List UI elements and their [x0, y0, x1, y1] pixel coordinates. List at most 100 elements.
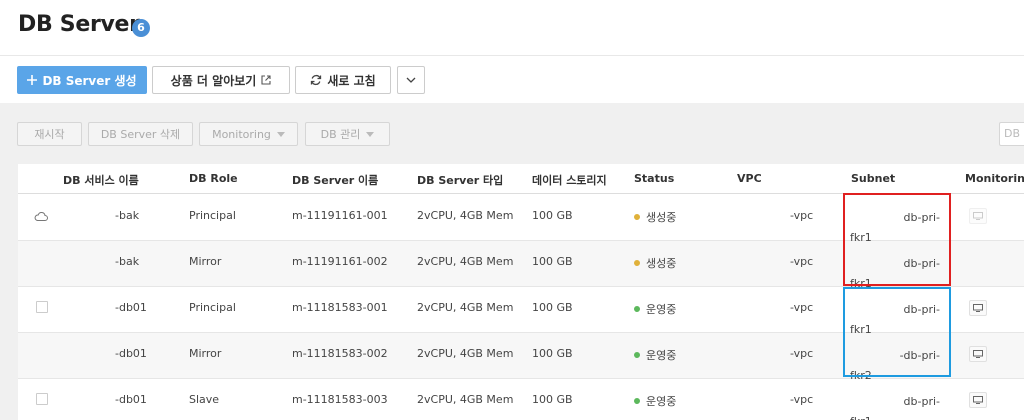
storage-cell: 100 GB [532, 209, 573, 222]
chevron-down-icon [406, 77, 416, 83]
subnet-line-1: db-pri- [903, 303, 940, 316]
vpc-cell: -vpc [790, 393, 814, 406]
external-link-icon [261, 75, 271, 85]
column-header-server-name[interactable]: DB Server 이름 [292, 172, 378, 188]
status-dot [634, 398, 640, 404]
service-name-cell: -bak [115, 209, 140, 222]
status-cell: 운영중 [634, 301, 676, 317]
subnet-line-1: db-pri- [903, 395, 940, 408]
db-server-table: DB 서비스 이름 DB Role DB Server 이름 DB Server… [18, 164, 1024, 420]
status-dot [634, 260, 640, 266]
status-cell: 생성중 [634, 255, 676, 271]
learn-more-button[interactable]: 상품 더 알아보기 [152, 66, 290, 94]
cloud-icon [34, 212, 48, 221]
status-dot [634, 214, 640, 220]
status-text: 생성중 [646, 211, 677, 224]
server-type-cell: 2vCPU, 4GB Mem [417, 347, 514, 360]
monitor-icon[interactable] [969, 208, 987, 224]
action-toolbar: 재시작 DB Server 삭제 Monitoring DB 관리 DB 서버 … [0, 103, 1024, 163]
table-row[interactable]: -db01 Mirror m-11181583-002 2vCPU, 4GB M… [18, 333, 1024, 382]
monitor-icon[interactable] [969, 300, 987, 316]
count-badge: 6 [132, 19, 150, 37]
server-type-cell: 2vCPU, 4GB Mem [417, 209, 514, 222]
column-header-status[interactable]: Status [634, 172, 674, 185]
status-cell: 운영중 [634, 347, 676, 363]
subnet-line-1: db-pri- [903, 257, 940, 270]
role-cell: Principal [189, 301, 236, 314]
vpc-cell: -vpc [790, 255, 814, 268]
storage-cell: 100 GB [532, 347, 573, 360]
role-cell: Principal [189, 209, 236, 222]
table-row[interactable]: -db01 Slave m-11181583-003 2vCPU, 4GB Me… [18, 379, 1024, 420]
delete-label: DB Server 삭제 [100, 128, 181, 141]
monitoring-dropdown[interactable]: Monitoring [199, 122, 298, 146]
status-text: 운영중 [646, 303, 677, 316]
storage-cell: 100 GB [532, 393, 573, 406]
vpc-cell: -vpc [790, 301, 814, 314]
server-name-cell: m-11181583-003 [292, 393, 388, 406]
refresh-label: 새로 고침 [327, 73, 376, 88]
monitor-icon[interactable] [969, 392, 987, 408]
storage-cell: 100 GB [532, 301, 573, 314]
column-header-role[interactable]: DB Role [189, 172, 238, 185]
server-name-cell: m-11181583-001 [292, 301, 388, 314]
table-row[interactable]: -bak Principal m-11191161-001 2vCPU, 4GB… [18, 195, 1024, 244]
vpc-cell: -vpc [790, 347, 814, 360]
more-dropdown-button[interactable] [397, 66, 425, 94]
main-toolbar: DB Server 생성 상품 더 알아보기 새로 고침 [0, 57, 1024, 103]
column-header-server-type[interactable]: DB Server 타입 [417, 172, 503, 188]
vpc-cell: -vpc [790, 209, 814, 222]
column-header-vpc[interactable]: VPC [737, 172, 762, 185]
server-name-cell: m-11181583-002 [292, 347, 388, 360]
delete-db-server-button[interactable]: DB Server 삭제 [88, 122, 193, 146]
service-name-cell: -db01 [115, 301, 147, 314]
monitor-icon[interactable] [969, 346, 987, 362]
role-cell: Mirror [189, 255, 222, 268]
row-checkbox[interactable] [36, 393, 48, 405]
table-header: DB 서비스 이름 DB Role DB Server 이름 DB Server… [18, 164, 1024, 194]
content-area: 재시작 DB Server 삭제 Monitoring DB 관리 DB 서버 … [0, 103, 1024, 420]
refresh-icon [311, 74, 322, 86]
server-type-cell: 2vCPU, 4GB Mem [417, 301, 514, 314]
status-text: 운영중 [646, 349, 677, 362]
restart-button[interactable]: 재시작 [17, 122, 82, 146]
service-name-cell: -db01 [115, 347, 147, 360]
create-db-server-label: DB Server 생성 [42, 73, 137, 88]
subnet-line-2: fkr1 [850, 412, 940, 420]
table-row[interactable]: -bak Mirror m-11191161-002 2vCPU, 4GB Me… [18, 241, 1024, 290]
subnet-line-1: db-pri- [903, 211, 940, 224]
role-cell: Mirror [189, 347, 222, 360]
column-header-storage[interactable]: 데이터 스토리지 [532, 172, 607, 188]
subnet-line-1: -db-pri- [899, 349, 940, 362]
storage-cell: 100 GB [532, 255, 573, 268]
service-name-cell: -db01 [115, 393, 147, 406]
learn-more-label: 상품 더 알아보기 [170, 73, 257, 88]
search-input[interactable]: DB 서버 이름 [999, 122, 1024, 146]
subnet-cell: db-pri-fkr1 [850, 392, 940, 420]
server-name-cell: m-11191161-001 [292, 209, 388, 222]
status-cell: 운영중 [634, 393, 676, 409]
create-db-server-button[interactable]: DB Server 생성 [17, 66, 147, 94]
server-type-cell: 2vCPU, 4GB Mem [417, 255, 514, 268]
row-checkbox[interactable] [36, 301, 48, 313]
refresh-button[interactable]: 새로 고침 [295, 66, 391, 94]
status-text: 생성중 [646, 257, 677, 270]
status-dot [634, 352, 640, 358]
restart-label: 재시작 [34, 128, 65, 141]
page-title: DB Server [18, 12, 140, 37]
plus-icon [27, 75, 38, 85]
monitoring-label: Monitoring [212, 127, 271, 141]
table-row[interactable]: -db01 Principal m-11181583-001 2vCPU, 4G… [18, 287, 1024, 336]
status-text: 운영중 [646, 395, 677, 408]
role-cell: Slave [189, 393, 220, 406]
server-name-cell: m-11191161-002 [292, 255, 388, 268]
server-type-cell: 2vCPU, 4GB Mem [417, 393, 514, 406]
db-manage-label: DB 관리 [320, 128, 361, 141]
status-dot [634, 306, 640, 312]
column-header-subnet[interactable]: Subnet [851, 172, 895, 185]
status-cell: 생성중 [634, 209, 676, 225]
column-header-service[interactable]: DB 서비스 이름 [63, 172, 139, 188]
page-header: DB Server 6 [0, 0, 1024, 56]
column-header-monitoring[interactable]: Monitoring [965, 172, 1024, 185]
db-manage-dropdown[interactable]: DB 관리 [305, 122, 390, 146]
